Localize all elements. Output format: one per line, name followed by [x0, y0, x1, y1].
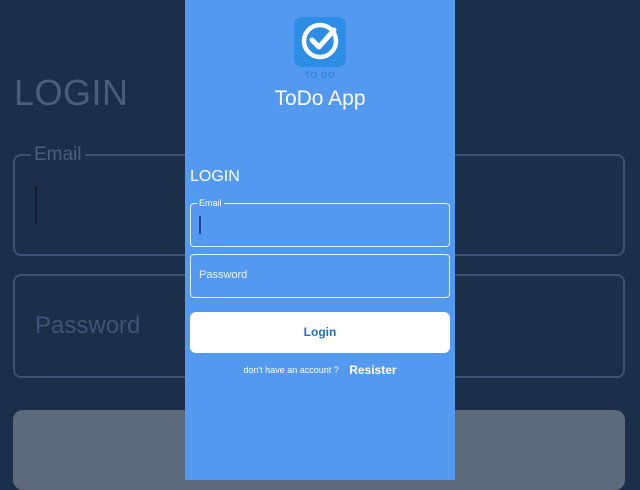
- checkmark-icon: [299, 22, 341, 62]
- phone-screen: TO DO ToDo App LOGIN Email Password Logi…: [185, 0, 455, 480]
- background-text-cursor: [35, 186, 37, 224]
- background-password-placeholder: Password: [35, 312, 141, 339]
- background-login-heading: LOGIN: [14, 72, 129, 113]
- app-logo: TO DO: [294, 17, 346, 80]
- register-link[interactable]: Resister: [349, 363, 396, 377]
- text-cursor: [199, 216, 201, 234]
- email-field[interactable]: Email: [190, 198, 450, 247]
- login-heading: LOGIN: [190, 168, 240, 185]
- no-account-text: don't have an account ?: [243, 364, 339, 375]
- signup-row: don't have an account ? Resister: [185, 361, 455, 379]
- login-button[interactable]: Login: [190, 312, 450, 353]
- background-email-label: Email: [31, 144, 85, 166]
- logo-text: TO DO: [304, 70, 336, 80]
- password-field[interactable]: Password: [190, 254, 450, 298]
- app-title: ToDo App: [274, 87, 366, 110]
- email-label: Email: [197, 198, 224, 208]
- password-placeholder: Password: [199, 269, 248, 281]
